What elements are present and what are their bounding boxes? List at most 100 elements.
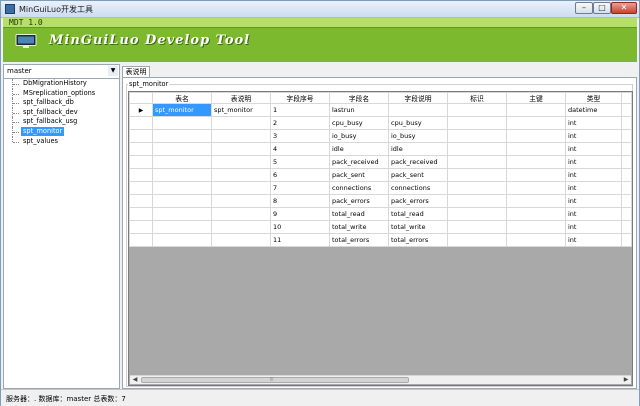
table-row[interactable]: 11 total_errors total_errors int — [129, 233, 632, 247]
grid-cell[interactable]: pack_errors — [329, 194, 389, 208]
grid-cell[interactable]: total_errors — [329, 233, 389, 247]
column-header[interactable]: 表名 — [152, 92, 212, 104]
grid-cell[interactable]: pack_sent — [388, 168, 448, 182]
grid-cell[interactable] — [152, 116, 212, 130]
table-row[interactable]: 3 io_busy io_busy int — [129, 129, 632, 143]
grid-cell[interactable]: pack_errors — [388, 194, 448, 208]
grid-cell[interactable] — [447, 220, 507, 234]
grid-cell[interactable]: int — [565, 207, 622, 221]
grid-cell[interactable]: 2 — [270, 116, 330, 130]
grid-cell[interactable] — [447, 155, 507, 169]
tree-item[interactable]: spt_fallback_usg — [4, 117, 119, 127]
row-header[interactable] — [129, 142, 153, 156]
grid-cell[interactable] — [152, 220, 212, 234]
data-grid[interactable]: 表名 表说明 字段序号 字段名 字段说明 标识 主键 类型 ▶ spt_monitor spt_m… — [128, 91, 633, 386]
grid-cell[interactable]: 1 — [270, 103, 330, 117]
grid-cell[interactable]: total_write — [329, 220, 389, 234]
grid-cell[interactable]: spt_monitor — [152, 103, 212, 117]
table-row[interactable]: 9 total_read total_read int — [129, 207, 632, 221]
grid-cell[interactable] — [211, 181, 271, 195]
column-header[interactable]: 标识 — [447, 92, 507, 104]
grid-cell[interactable] — [152, 181, 212, 195]
grid-cell[interactable]: connections — [388, 181, 448, 195]
row-header[interactable] — [129, 220, 153, 234]
grid-cell[interactable]: 8 — [270, 194, 330, 208]
grid-cell[interactable] — [152, 129, 212, 143]
grid-cell[interactable]: int — [565, 181, 622, 195]
grid-cell[interactable] — [506, 233, 566, 247]
grid-cell[interactable] — [211, 194, 271, 208]
grid-cell[interactable] — [447, 181, 507, 195]
grid-cell[interactable]: pack_received — [329, 155, 389, 169]
row-header[interactable] — [129, 181, 153, 195]
grid-cell[interactable]: spt_monitor — [211, 103, 271, 117]
grid-cell[interactable]: int — [565, 142, 622, 156]
table-row[interactable]: 10 total_write total_write int — [129, 220, 632, 234]
grid-cell[interactable] — [447, 116, 507, 130]
grid-cell[interactable] — [506, 103, 566, 117]
grid-cell[interactable]: 5 — [270, 155, 330, 169]
grid-cell[interactable]: pack_sent — [329, 168, 389, 182]
grid-cell[interactable]: 11 — [270, 233, 330, 247]
grid-cell[interactable]: datetime — [565, 103, 622, 117]
column-header[interactable]: 类型 — [565, 92, 622, 104]
row-header[interactable] — [129, 233, 153, 247]
grid-cell[interactable] — [506, 168, 566, 182]
column-header[interactable]: 字段名 — [329, 92, 389, 104]
grid-cell[interactable]: total_read — [388, 207, 448, 221]
close-button[interactable]: ✕ — [611, 2, 637, 14]
grid-cell[interactable]: lastrun — [329, 103, 389, 117]
grid-cell[interactable]: int — [565, 194, 622, 208]
grid-cell[interactable]: idle — [388, 142, 448, 156]
grid-cell[interactable] — [211, 168, 271, 182]
grid-cell[interactable] — [506, 194, 566, 208]
scroll-right-icon[interactable]: ▶ — [622, 376, 630, 384]
grid-cell[interactable] — [152, 155, 212, 169]
grid-cell[interactable]: 10 — [270, 220, 330, 234]
grid-cell[interactable] — [506, 220, 566, 234]
grid-cell[interactable]: 6 — [270, 168, 330, 182]
tree-item[interactable]: spt_fallback_dev — [4, 107, 119, 118]
grid-cell[interactable]: total_read — [329, 207, 389, 221]
grid-cell[interactable]: 3 — [270, 129, 330, 143]
grid-cell[interactable] — [211, 142, 271, 156]
grid-cell[interactable] — [152, 233, 212, 247]
grid-cell[interactable] — [506, 207, 566, 221]
grid-cell[interactable] — [211, 116, 271, 130]
grid-cell[interactable] — [152, 194, 212, 208]
grid-cell[interactable] — [506, 142, 566, 156]
chevron-down-icon[interactable]: ▼ — [108, 66, 118, 76]
grid-cell[interactable] — [506, 181, 566, 195]
grid-cell[interactable]: int — [565, 220, 622, 234]
row-header[interactable] — [129, 155, 153, 169]
grid-cell[interactable] — [152, 168, 212, 182]
grid-cell[interactable]: cpu_busy — [388, 116, 448, 130]
grid-cell[interactable] — [447, 233, 507, 247]
grid-cell[interactable]: int — [565, 233, 622, 247]
grid-cell[interactable] — [506, 129, 566, 143]
grid-cell[interactable] — [447, 142, 507, 156]
tree-item[interactable]: DbMigrationHistory — [4, 79, 119, 89]
title-bar[interactable]: MinGuiLuo开发工具 – □ ✕ — [1, 1, 639, 18]
column-header[interactable]: 表说明 — [211, 92, 271, 104]
row-header[interactable] — [129, 207, 153, 221]
grid-cell[interactable]: int — [565, 116, 622, 130]
grid-cell[interactable] — [388, 103, 448, 117]
grid-cell[interactable] — [211, 129, 271, 143]
grid-cell[interactable] — [211, 220, 271, 234]
table-row[interactable]: 5 pack_received pack_received int — [129, 155, 632, 169]
column-header[interactable]: 字段说明 — [388, 92, 448, 104]
grid-cell[interactable] — [447, 103, 507, 117]
tree-item[interactable]: MSreplication_options — [4, 88, 119, 99]
grid-cell[interactable]: 9 — [270, 207, 330, 221]
row-header[interactable] — [129, 116, 153, 130]
grid-cell[interactable]: connections — [329, 181, 389, 195]
scroll-left-icon[interactable]: ◀ — [131, 376, 139, 384]
grid-cell[interactable] — [211, 207, 271, 221]
column-header[interactable]: 字段序号 — [270, 92, 330, 104]
tree-item[interactable]: spt_values — [4, 136, 119, 147]
row-header[interactable] — [129, 129, 153, 143]
column-header[interactable]: 主键 — [506, 92, 566, 104]
grid-cell[interactable]: int — [565, 129, 622, 143]
grid-cell[interactable] — [152, 142, 212, 156]
